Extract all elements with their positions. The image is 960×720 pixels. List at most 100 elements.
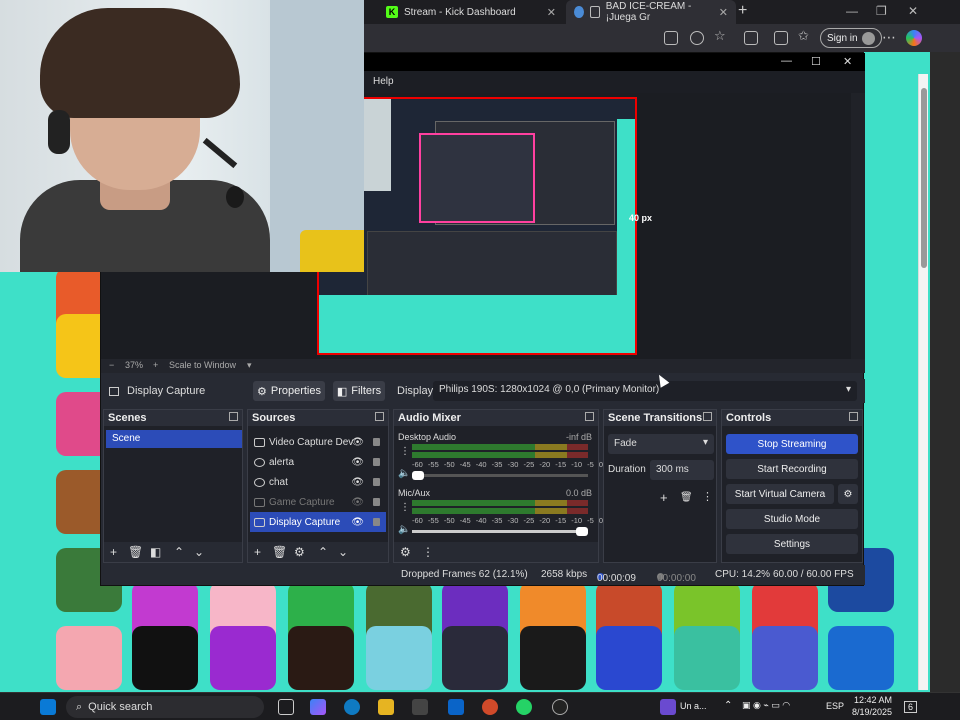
chevron-down-icon[interactable]: ⌄ <box>194 545 204 559</box>
game-tile[interactable] <box>674 626 740 690</box>
gear-icon[interactable]: ⚙ <box>400 545 411 559</box>
trash-icon[interactable]: 🗑 <box>272 545 287 559</box>
gear-icon[interactable]: ⚙ <box>294 545 305 559</box>
lock-icon[interactable] <box>373 458 380 466</box>
game-tile[interactable] <box>596 626 662 690</box>
trash-icon[interactable]: 🗑 <box>680 492 693 503</box>
favorites-icon[interactable]: ✩ <box>798 28 812 43</box>
properties-button[interactable]: ⚙ Properties <box>253 381 325 401</box>
add-icon[interactable]: + <box>660 490 668 505</box>
kebab-menu-icon[interactable]: ⋮ <box>702 490 713 503</box>
lock-icon[interactable] <box>373 438 380 446</box>
maximize-icon[interactable]: ☐ <box>811 55 821 68</box>
tray-chevron-icon[interactable]: ⌃ <box>724 700 732 711</box>
tab-bad-ice-cream[interactable]: BAD ICE-CREAM - ¡Juega Gr ✕ <box>566 0 736 24</box>
source-item[interactable]: Display Capture 👁 <box>250 512 386 532</box>
scale-dropdown-icon[interactable]: ▾ <box>247 360 252 371</box>
lock-icon[interactable] <box>373 518 380 526</box>
eye-icon[interactable]: 👁 <box>351 517 364 528</box>
game-tile[interactable] <box>442 626 508 690</box>
new-tab-icon[interactable]: + <box>738 2 747 20</box>
display-select[interactable]: Philips 190S: 1280x1024 @ 0,0 (Primary M… <box>433 381 857 401</box>
muted-speaker-icon[interactable] <box>589 6 600 18</box>
undock-icon[interactable] <box>229 412 238 421</box>
undock-icon[interactable] <box>849 412 858 421</box>
eye-icon[interactable]: 👁 <box>351 477 364 488</box>
chevron-up-icon[interactable]: ⌃ <box>318 545 328 559</box>
task-view-icon[interactable] <box>278 699 294 715</box>
quick-search-box[interactable]: ⌕ Quick search <box>66 696 264 718</box>
more-tools-icon[interactable] <box>690 31 704 45</box>
settings-menu-icon[interactable]: ⋯ <box>882 29 896 46</box>
obs-icon[interactable] <box>552 699 568 715</box>
windows-start-icon[interactable] <box>40 699 56 715</box>
close-tab-icon[interactable]: ✕ <box>547 6 556 19</box>
settings-button[interactable]: Settings <box>726 534 858 554</box>
eye-icon[interactable]: 👁 <box>351 457 364 468</box>
game-tile[interactable] <box>520 626 586 690</box>
add-icon[interactable]: + <box>254 545 261 559</box>
source-item[interactable]: chat 👁 <box>250 472 386 492</box>
zoom-out-icon[interactable]: − <box>109 360 114 370</box>
menu-help[interactable]: Help <box>373 76 394 87</box>
page-scrollbar[interactable] <box>918 74 928 690</box>
game-tile[interactable] <box>288 626 354 690</box>
virtual-camera-settings-icon[interactable]: ⚙ <box>838 484 858 504</box>
notifications-badge[interactable]: 6 <box>904 701 918 713</box>
add-icon[interactable]: + <box>110 545 117 559</box>
scale-mode[interactable]: Scale to Window <box>169 360 236 370</box>
clock-date[interactable]: 8/19/2025 <box>852 707 892 717</box>
kebab-menu-icon[interactable]: ⋮ <box>400 502 410 513</box>
volume-slider[interactable] <box>412 471 588 480</box>
transition-select[interactable]: Fade ▾ <box>608 434 714 454</box>
kebab-menu-icon[interactable]: ⋮ <box>400 446 410 457</box>
lock-icon[interactable] <box>373 478 380 486</box>
favorite-star-icon[interactable]: ☆ <box>714 28 728 43</box>
extensions-icon[interactable] <box>744 31 758 45</box>
notification-text[interactable]: Un a... <box>680 701 707 711</box>
filters-button[interactable]: ◧ Filters <box>333 381 385 401</box>
sign-in-button[interactable]: Sign in <box>820 28 882 48</box>
source-item[interactable]: Game Capture 👁 <box>250 492 386 512</box>
whatsapp-icon[interactable] <box>516 699 532 715</box>
eye-hidden-icon[interactable]: 👁 <box>351 497 364 508</box>
kebab-menu-icon[interactable]: ⋮ <box>422 545 434 559</box>
volume-knob[interactable] <box>412 471 424 480</box>
undock-icon[interactable] <box>703 412 712 421</box>
duration-input[interactable]: 300 ms <box>650 460 714 480</box>
source-item[interactable]: Video Capture Dev 👁 <box>250 432 386 452</box>
copilot-taskbar-icon[interactable] <box>310 699 326 715</box>
eye-icon[interactable]: 👁 <box>351 437 364 448</box>
game-tile[interactable] <box>56 626 122 690</box>
notification-app-icon[interactable] <box>660 699 676 715</box>
copilot-icon[interactable] <box>906 30 922 46</box>
input-language[interactable]: ESP <box>826 701 844 711</box>
close-icon[interactable]: ✕ <box>843 55 852 68</box>
file-explorer-icon[interactable] <box>378 699 394 715</box>
tab-kick-dashboard[interactable]: K Stream - Kick Dashboard ✕ <box>378 0 564 24</box>
chevron-up-icon[interactable]: ⌃ <box>174 545 184 559</box>
start-recording-button[interactable]: Start Recording <box>726 459 858 479</box>
edge-icon[interactable] <box>344 699 360 715</box>
zoom-in-icon[interactable]: + <box>153 360 158 370</box>
speaker-icon[interactable]: 🔈 <box>398 468 410 479</box>
display-capture-preview[interactable] <box>317 97 637 355</box>
store-icon[interactable] <box>412 699 428 715</box>
lock-icon[interactable] <box>373 498 380 506</box>
volume-knob[interactable] <box>576 527 588 536</box>
preview-scrollbar[interactable] <box>851 93 865 359</box>
game-tile[interactable] <box>752 626 818 690</box>
game-tile[interactable] <box>366 626 432 690</box>
brave-icon[interactable] <box>482 699 498 715</box>
close-window-icon[interactable]: ✕ <box>908 4 918 18</box>
undock-icon[interactable] <box>585 412 594 421</box>
trash-icon[interactable]: 🗑 <box>128 545 143 559</box>
start-virtual-camera-button[interactable]: Start Virtual Camera <box>726 484 834 504</box>
filters-icon[interactable]: ◧ <box>150 545 161 559</box>
outlook-icon[interactable] <box>448 699 464 715</box>
stop-streaming-button[interactable]: Stop Streaming <box>726 434 858 454</box>
game-tile[interactable] <box>132 626 198 690</box>
volume-slider[interactable] <box>412 527 588 536</box>
scrollbar-thumb[interactable] <box>921 88 927 268</box>
close-tab-icon[interactable]: ✕ <box>719 6 728 19</box>
